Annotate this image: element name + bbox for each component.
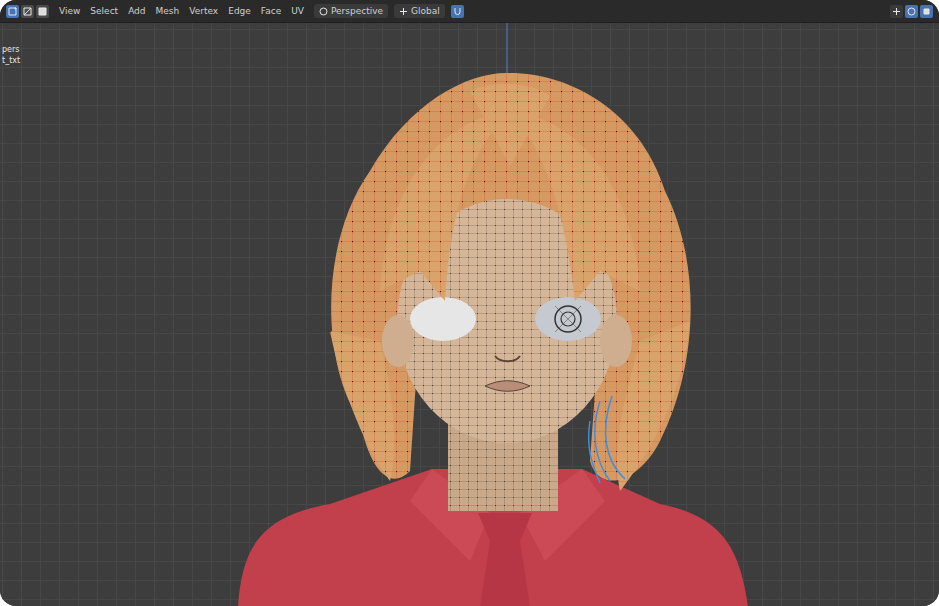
gizmo-icon [892,7,901,16]
viewport-tools [890,5,933,18]
menu-item[interactable]: Mesh [152,4,184,18]
viewport-info: pers t_txt [2,45,20,65]
magnet-icon [453,7,462,16]
menu-item[interactable]: Add [124,4,149,18]
menu-item[interactable]: UV [287,4,308,18]
select-mode-group [6,5,49,18]
viewport-toggle[interactable] [890,5,903,18]
menu-item[interactable]: Vertex [185,4,222,18]
face-select-icon [38,7,47,16]
menu-item[interactable]: Select [86,4,122,18]
orientation-icon [399,7,408,16]
shading-icon [922,7,931,16]
menu-bar: ViewSelectAddMeshVertexEdgeFaceUV [55,4,308,18]
viewport-header: ViewSelectAddMeshVertexEdgeFaceUV Perspec… [0,0,939,23]
overlay-icon [907,7,916,16]
menu-item[interactable]: View [55,4,84,18]
menu-item[interactable]: Face [257,4,285,18]
select-mode-button[interactable] [6,5,19,18]
viewport-toggle[interactable] [905,5,918,18]
select-mode-button[interactable] [21,5,34,18]
viewport-toggle[interactable] [920,5,933,18]
select-mode-button[interactable] [36,5,49,18]
vertex-select-icon [8,7,17,16]
orientation-dropdown[interactable]: Global [394,4,445,18]
pivot-icon [319,7,328,16]
viewport-info-line: t_txt [2,56,20,65]
orientation-label: Global [411,6,440,16]
viewport-info-line: pers [2,45,20,54]
blender-window: ViewSelectAddMeshVertexEdgeFaceUV Perspec… [0,0,939,606]
character-model[interactable] [0,23,939,606]
menu-item[interactable]: Edge [224,4,255,18]
edge-select-icon [23,7,32,16]
pivot-label: Perspective [331,6,383,16]
3d-viewport[interactable]: pers t_txt [0,23,939,606]
pivot-dropdown[interactable]: Perspective [314,4,388,18]
snap-toggle[interactable] [451,5,464,18]
